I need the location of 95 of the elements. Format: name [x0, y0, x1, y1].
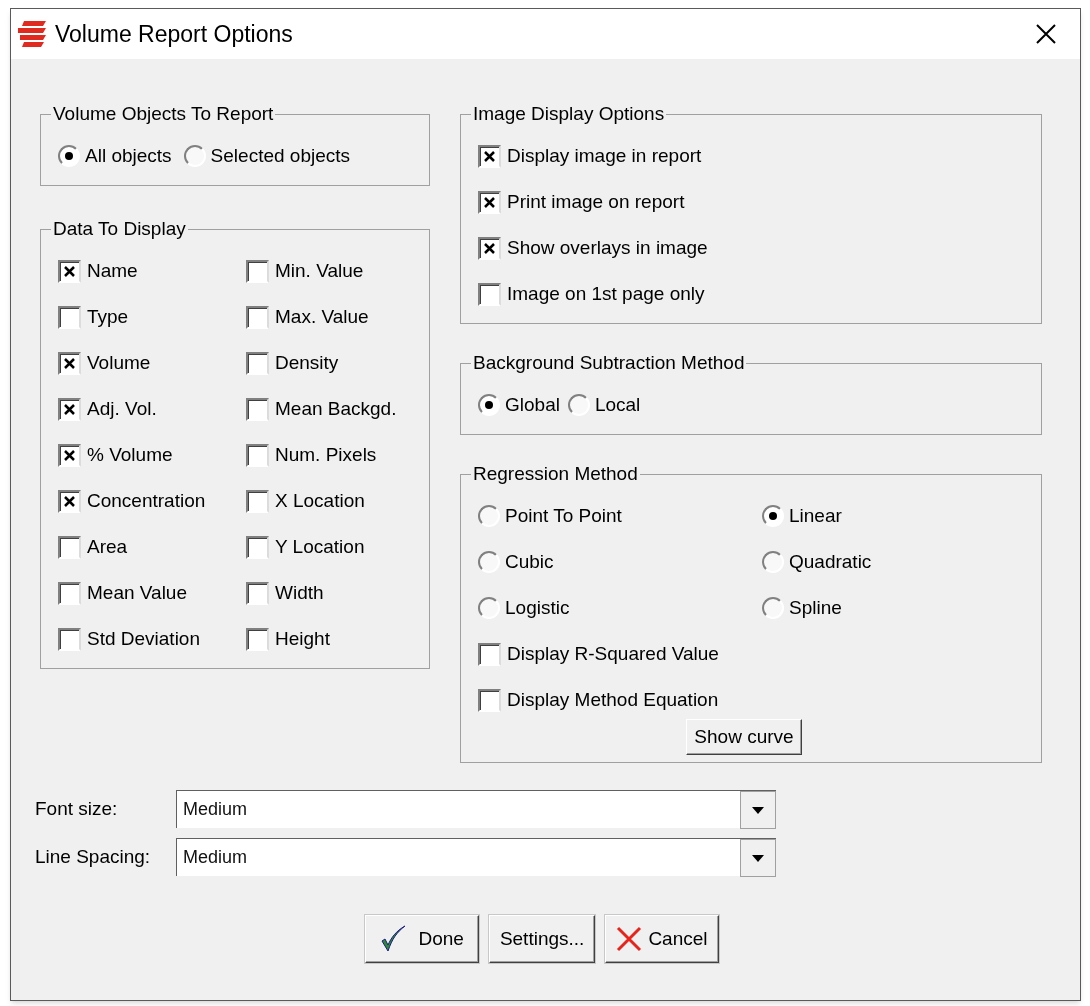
checkbox[interactable]	[58, 489, 81, 513]
checkbox-label[interactable]: Adj. Vol.	[87, 394, 157, 424]
field-label: Font size:	[35, 796, 119, 821]
x-mark-icon	[63, 264, 76, 278]
dropdown[interactable]: Medium	[176, 838, 776, 876]
x-mark-icon	[63, 494, 76, 508]
radio-label[interactable]: Quadratic	[789, 547, 872, 577]
radio-label[interactable]: Selected objects	[210, 141, 351, 171]
radio-label[interactable]: Global	[505, 390, 560, 420]
checkbox[interactable]	[58, 443, 81, 467]
x-mark-icon	[483, 241, 496, 255]
radio-button[interactable]	[762, 505, 784, 527]
radio-button[interactable]	[58, 145, 80, 167]
checkbox-label[interactable]: Display image in report	[507, 141, 702, 171]
checkbox[interactable]	[246, 259, 269, 283]
show-curve-button[interactable]: Show curve	[686, 719, 802, 755]
checkbox[interactable]	[246, 305, 269, 329]
radio-button[interactable]	[478, 597, 500, 619]
radio-label[interactable]: Cubic	[505, 547, 554, 577]
dropdown-arrow-icon	[752, 854, 764, 862]
checkbox[interactable]	[58, 259, 81, 283]
dropdown-arrow-icon	[752, 806, 764, 814]
checkbox-label[interactable]: Print image on report	[507, 187, 685, 217]
checkbox[interactable]	[58, 351, 81, 375]
checkbox-label[interactable]: Volume	[87, 348, 151, 378]
checkbox-label[interactable]: Display R-Squared Value	[507, 639, 719, 669]
checkbox-label[interactable]: Area	[87, 532, 128, 562]
checkbox[interactable]	[246, 535, 269, 559]
checkbox-label[interactable]: Name	[87, 256, 138, 286]
group-title: Volume Objects To Report	[52, 103, 275, 125]
field-label: Line Spacing:	[35, 844, 152, 869]
checkbox[interactable]	[58, 397, 81, 421]
checkbox[interactable]	[478, 144, 501, 168]
checkbox-label[interactable]: Display Method Equation	[507, 685, 719, 715]
checkbox-label[interactable]: Y Location	[275, 532, 365, 562]
checkbox-label[interactable]: Image on 1st page only	[507, 279, 705, 309]
checkbox-label[interactable]: Mean Value	[87, 578, 187, 608]
checkbox[interactable]	[478, 190, 501, 214]
checkbox-label[interactable]: Min. Value	[275, 256, 364, 286]
done-button[interactable]: Done	[365, 915, 479, 963]
radio-label[interactable]: Point To Point	[505, 501, 622, 531]
checkbox[interactable]	[246, 581, 269, 605]
checkbox-label[interactable]: Type	[87, 302, 129, 332]
checkbox[interactable]	[246, 489, 269, 513]
x-mark-icon	[63, 402, 76, 416]
radio-button[interactable]	[478, 394, 500, 416]
radio-label[interactable]: Logistic	[505, 593, 570, 623]
checkbox-label[interactable]: Num. Pixels	[275, 440, 377, 470]
group-title: Background Subtraction Method	[472, 352, 746, 374]
group-title: Image Display Options	[472, 103, 666, 125]
checkbox[interactable]	[246, 351, 269, 375]
checkbox[interactable]	[478, 282, 501, 306]
x-mark-icon	[483, 195, 496, 209]
checkbox-label[interactable]: Mean Backgd.	[275, 394, 397, 424]
checkbox[interactable]	[246, 397, 269, 421]
x-mark-icon	[63, 356, 76, 370]
radio-button[interactable]	[762, 597, 784, 619]
radio-button[interactable]	[183, 145, 206, 167]
checkbox[interactable]	[478, 688, 501, 712]
radio-button[interactable]	[762, 551, 784, 573]
settings-button[interactable]: Settings...	[488, 915, 596, 963]
checkbox-label[interactable]: Density	[275, 348, 339, 378]
group-title: Data To Display	[52, 218, 187, 240]
checkbox-label[interactable]: X Location	[275, 486, 365, 516]
x-mark-icon	[483, 149, 496, 163]
checkmark-icon	[380, 925, 407, 953]
radio-button[interactable]	[478, 551, 500, 573]
checkbox[interactable]	[246, 443, 269, 467]
checkbox-label[interactable]: Show overlays in image	[507, 233, 708, 263]
checkbox-label[interactable]: Max. Value	[275, 302, 369, 332]
radio-label[interactable]: Spline	[789, 593, 842, 623]
dropdown[interactable]: Medium	[176, 790, 776, 828]
checkbox-label[interactable]: % Volume	[87, 440, 173, 470]
radio-button[interactable]	[478, 505, 500, 527]
radio-button[interactable]	[567, 394, 590, 416]
cancel-button[interactable]: Cancel	[605, 915, 719, 963]
close-button[interactable]	[1034, 22, 1058, 46]
radio-label[interactable]: All objects	[85, 141, 172, 171]
checkbox[interactable]	[478, 642, 501, 666]
checkbox-label[interactable]: Concentration	[87, 486, 206, 516]
checkbox[interactable]	[58, 535, 81, 559]
cross-icon	[616, 926, 643, 952]
checkbox[interactable]	[478, 236, 501, 260]
radio-label[interactable]: Local	[594, 390, 641, 420]
checkbox-label[interactable]: Std Deviation	[87, 624, 200, 654]
window-title: Volume Report Options	[55, 19, 294, 49]
x-mark-icon	[63, 448, 76, 462]
checkbox-label[interactable]: Width	[275, 578, 324, 608]
checkbox[interactable]	[58, 627, 81, 651]
checkbox[interactable]	[58, 581, 81, 605]
radio-label[interactable]: Linear	[789, 501, 842, 531]
group-title: Regression Method	[472, 463, 639, 485]
checkbox[interactable]	[246, 627, 269, 651]
checkbox-label[interactable]: Height	[275, 624, 330, 654]
checkbox[interactable]	[58, 305, 81, 329]
